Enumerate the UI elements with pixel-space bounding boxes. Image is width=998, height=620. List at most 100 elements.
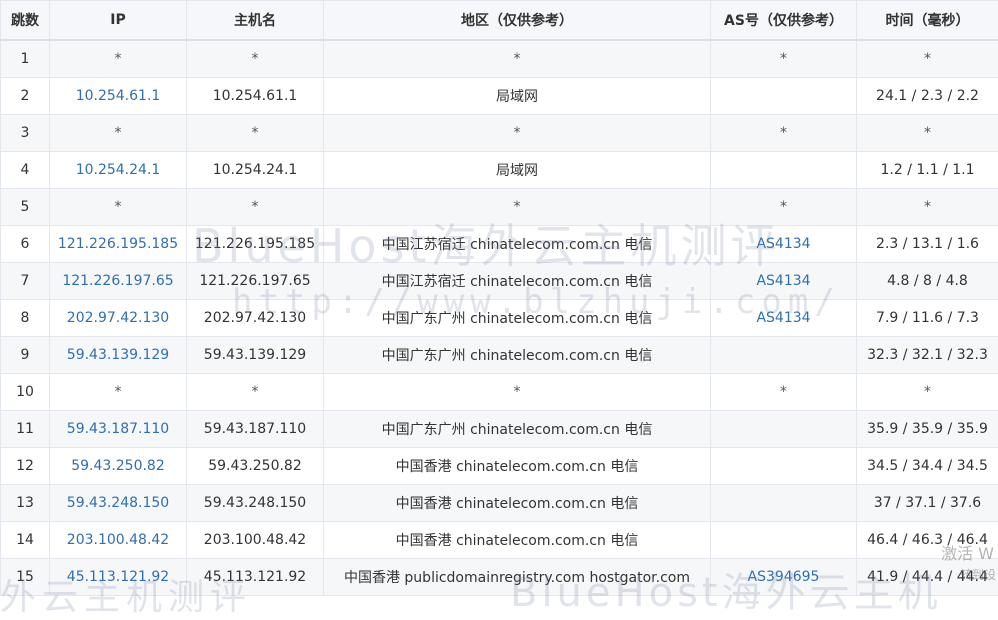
cell-host: * [187,115,324,152]
region-text: 中国广东广州 chinatelecom.com.cn 电信 [382,348,653,364]
cell-hop: 8 [1,300,50,337]
as-text: * [780,199,787,215]
as-link[interactable]: AS4134 [756,310,810,326]
hop-text: 12 [16,458,34,474]
cell-host: 202.97.42.130 [187,300,324,337]
cell-region: 中国香港 chinatelecom.com.cn 电信 [324,522,711,559]
cell-host: 59.43.250.82 [187,448,324,485]
cell-ip: 45.113.121.92 [50,559,187,596]
as-link[interactable]: AS4134 [756,236,810,252]
time-text: 37 / 37.1 / 37.6 [874,495,981,511]
ip-link[interactable]: 59.43.248.150 [67,495,169,511]
host-text: * [252,384,259,400]
header-host: 主机名 [187,1,324,41]
cell-hop: 7 [1,263,50,300]
cell-ip: 59.43.139.129 [50,337,187,374]
cell-hop: 12 [1,448,50,485]
cell-host: 59.43.187.110 [187,411,324,448]
cell-region: 中国香港 chinatelecom.com.cn 电信 [324,448,711,485]
cell-time: 34.5 / 34.4 / 34.5 [857,448,998,485]
hop-text: 9 [21,347,30,363]
table-body: 1*****210.254.61.110.254.61.1局域网24.1 / 2… [1,40,998,596]
ip-link[interactable]: 59.43.139.129 [67,347,169,363]
region-text: 中国香港 chinatelecom.com.cn 电信 [396,496,639,512]
ip-link[interactable]: 45.113.121.92 [67,569,169,585]
ip-link[interactable]: 121.226.197.65 [62,273,173,289]
region-text: 局域网 [496,89,538,105]
region-text: * [514,125,521,141]
time-text: 1.2 / 1.1 / 1.1 [880,162,974,178]
hop-text: 10 [16,384,34,400]
cell-hop: 3 [1,115,50,152]
cell-time: 24.1 / 2.3 / 2.2 [857,78,998,115]
cell-as: AS4134 [711,263,857,300]
cell-host: 45.113.121.92 [187,559,324,596]
ip-text: * [115,384,122,400]
ip-text: * [115,51,122,67]
cell-as: * [711,115,857,152]
time-text: 46.4 / 46.3 / 46.4 [867,532,988,548]
as-text: * [780,51,787,67]
as-link[interactable]: AS394695 [748,569,820,585]
cell-region: 中国广东广州 chinatelecom.com.cn 电信 [324,337,711,374]
time-text: * [924,51,931,67]
cell-as [711,337,857,374]
cell-region: * [324,40,711,78]
hop-text: 3 [21,125,30,141]
table-row: 1159.43.187.11059.43.187.110中国广东广州 china… [1,411,998,448]
header-ip: IP [50,1,187,41]
cell-region: * [324,189,711,226]
cell-host: 203.100.48.42 [187,522,324,559]
region-text: * [514,199,521,215]
cell-as [711,411,857,448]
table-row: 410.254.24.110.254.24.1局域网1.2 / 1.1 / 1.… [1,152,998,189]
table-row: 9 59.43.139.129 59.43.139.129 中国广东广州 chinat… [1,337,998,374]
table-row: 14203.100.48.42203.100.48.42中国香港 chinate… [1,522,998,559]
cell-as [711,448,857,485]
cell-as: * [711,374,857,411]
ip-link[interactable]: 10.254.61.1 [76,88,161,104]
cell-ip: 121.226.195.185 [50,226,187,263]
cell-time: * [857,40,998,78]
cell-host: 59.43.248.150 [187,485,324,522]
cell-hop: 5 [1,189,50,226]
header-region: 地区（仅供参考） [324,1,711,41]
cell-region: 中国广东广州 chinatelecom.com.cn 电信 [324,300,711,337]
host-text: 203.100.48.42 [204,532,306,548]
time-text: 41.9 / 44.4 / 44.4 [867,569,988,585]
cell-time: * [857,115,998,152]
cell-ip: 121.226.197.65 [50,263,187,300]
cell-hop: 9 [1,337,50,374]
cell-hop: 10 [1,374,50,411]
as-text: * [780,384,787,400]
hop-text: 7 [21,273,30,289]
cell-ip: 10.254.24.1 [50,152,187,189]
cell-host: * [187,374,324,411]
cell-region: 中国香港 publicdomainregistry.com hostgator.… [324,559,711,596]
cell-ip: 59.43.187.110 [50,411,187,448]
time-text: 35.9 / 35.9 / 35.9 [867,421,988,437]
region-text: 中国江苏宿迁 chinatelecom.com.cn 电信 [382,274,653,290]
cell-as: AS394695 [711,559,857,596]
ip-link[interactable]: 203.100.48.42 [67,532,169,548]
cell-region: 局域网 [324,152,711,189]
host-text: 59.43.139.129 [204,347,306,363]
ip-link[interactable]: 121.226.195.185 [58,236,178,252]
host-text: * [252,51,259,67]
ip-link[interactable]: 202.97.42.130 [67,310,169,326]
cell-as [711,152,857,189]
ip-link[interactable]: 59.43.187.110 [67,421,169,437]
host-text: 121.226.197.65 [199,273,310,289]
region-text: 中国广东广州 chinatelecom.com.cn 电信 [382,311,653,327]
cell-time: 41.9 / 44.4 / 44.4 [857,559,998,596]
region-text: 中国香港 publicdomainregistry.com hostgator.… [344,570,690,586]
as-link[interactable]: AS4134 [756,273,810,289]
host-text: 202.97.42.130 [204,310,306,326]
cell-ip: 202.97.42.130 [50,300,187,337]
host-text: * [252,125,259,141]
ip-link[interactable]: 10.254.24.1 [76,162,161,178]
ip-link[interactable]: 59.43.250.82 [71,458,165,474]
header-as: AS号（仅供参考） [711,1,857,41]
cell-region: 局域网 [324,78,711,115]
cell-time: * [857,189,998,226]
